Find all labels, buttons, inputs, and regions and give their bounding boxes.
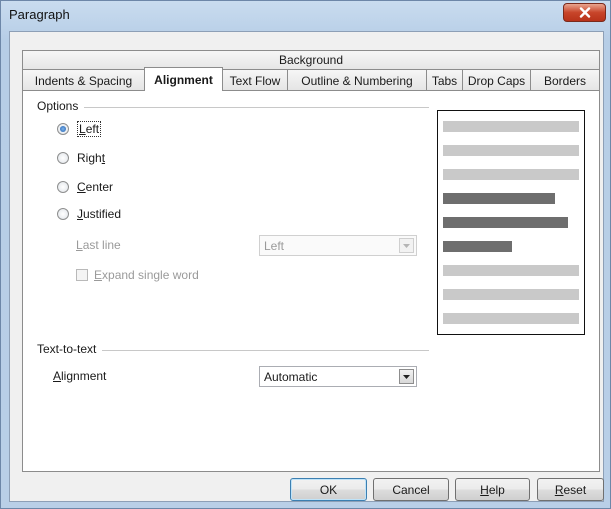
close-button[interactable] [563, 3, 606, 22]
options-separator [37, 107, 429, 108]
radio-justified[interactable]: Justified [57, 207, 121, 221]
last-line-label: Last line [76, 238, 121, 252]
radio-right-label: Right [77, 151, 106, 165]
preview-line [443, 121, 579, 132]
preview-line [443, 169, 579, 180]
tab-row-top: Background [22, 50, 600, 69]
help-label: elp [488, 482, 505, 497]
tab-alignment[interactable]: Alignment [144, 67, 223, 91]
preview-line [443, 217, 568, 228]
alignment-preview [437, 110, 585, 335]
title-bar[interactable]: Paragraph [1, 1, 611, 29]
radio-center[interactable]: Center [57, 180, 113, 194]
preview-line [443, 241, 512, 252]
last-line-value: Left [264, 238, 285, 253]
text-to-text-group-title: Text-to-text [37, 342, 103, 356]
chevron-down-icon [403, 243, 410, 248]
radio-right[interactable]: Right [57, 151, 105, 165]
last-line-select[interactable]: Left [259, 235, 417, 256]
preview-line [443, 313, 579, 324]
chevron-down-icon [403, 374, 410, 379]
expand-single-word-checkbox[interactable]: Expand single word [76, 268, 199, 282]
alignment-dropdown-button[interactable] [399, 369, 414, 384]
tab-background[interactable]: Background [22, 50, 600, 69]
alignment-label: Alignment [53, 369, 107, 383]
expand-single-word-box[interactable] [76, 269, 88, 281]
text-to-text-alignment-select[interactable]: Automatic [259, 366, 417, 387]
radio-justified-label: Justified [77, 207, 122, 221]
ok-button[interactable]: OK [290, 478, 367, 501]
preview-line [443, 289, 579, 300]
tab-indents-spacing[interactable]: Indents & Spacing [22, 69, 145, 91]
radio-justified-indicator[interactable] [57, 208, 69, 220]
last-line-dropdown-button[interactable] [399, 238, 414, 253]
reset-button[interactable]: Reset [537, 478, 604, 501]
radio-right-indicator[interactable] [57, 152, 69, 164]
tab-text-flow[interactable]: Text Flow [222, 69, 288, 91]
help-button[interactable]: Help [455, 478, 530, 501]
expand-single-word-label: Expand single word [94, 268, 199, 282]
window-title: Paragraph [9, 7, 70, 22]
tab-row-bottom: Indents & Spacing Alignment Text Flow Ou… [22, 67, 600, 91]
tab-borders[interactable]: Borders [530, 69, 600, 91]
preview-line [443, 193, 555, 204]
cancel-button[interactable]: Cancel [373, 478, 449, 501]
tab-drop-caps[interactable]: Drop Caps [462, 69, 531, 91]
close-icon [579, 7, 590, 18]
reset-label: eset [563, 482, 587, 497]
reset-accel: R [554, 482, 564, 497]
radio-left-indicator[interactable] [57, 123, 69, 135]
radio-center-label: Center [77, 180, 114, 194]
preview-line [443, 145, 579, 156]
radio-left[interactable]: Left [57, 121, 102, 137]
help-accel: H [480, 482, 489, 497]
preview-line [443, 265, 579, 276]
alignment-value: Automatic [264, 369, 318, 384]
tab-outline-numbering[interactable]: Outline & Numbering [287, 69, 427, 91]
radio-center-indicator[interactable] [57, 181, 69, 193]
tab-tabs[interactable]: Tabs [426, 69, 463, 91]
radio-left-label: Left [77, 121, 102, 137]
options-group-title: Options [37, 99, 85, 113]
